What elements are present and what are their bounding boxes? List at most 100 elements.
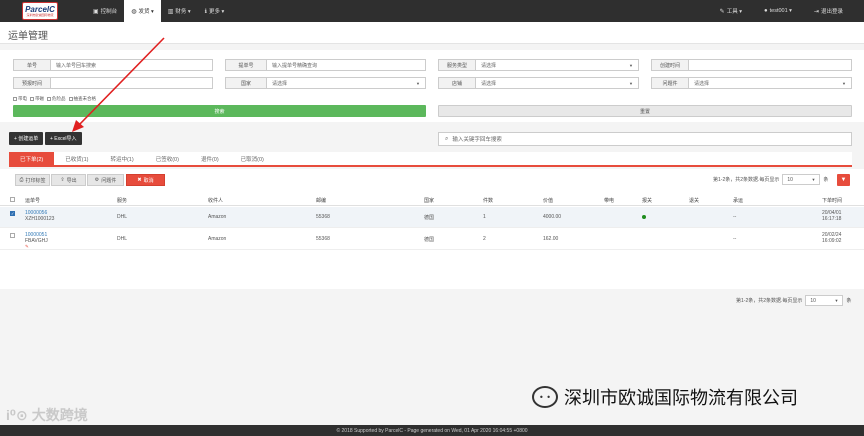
checkbox-box[interactable] xyxy=(13,96,17,101)
table-row[interactable]: 10000051 FBAVGHJ ✎ DHL Amazon 55368 德国 2 162.00-… xyxy=(0,229,864,250)
country-select[interactable]: 请选择 ▼ xyxy=(266,77,426,89)
bill-no-label: 提单号 xyxy=(225,59,267,71)
column-header-battery[interactable]: 带电 xyxy=(604,197,614,204)
nav-item-label: 更多 ▾ xyxy=(208,9,225,15)
chevron-down-icon: ▼ xyxy=(842,80,846,86)
edit-icon[interactable]: ✎ xyxy=(25,244,29,250)
attribute-checkbox[interactable]: 抽查未合格 xyxy=(68,96,96,102)
user-nav-item-label: 工具 ▾ xyxy=(726,9,742,15)
nav-item-1[interactable]: ◍ 发货 ▾ xyxy=(124,0,161,22)
print-label-button[interactable]: ⎙ 打印标签 xyxy=(15,174,50,186)
bill-no-input[interactable]: 输入提单号精确查询 xyxy=(266,59,426,71)
tab-status-5[interactable]: 已取消(0) xyxy=(230,152,275,165)
attribute-checkbox[interactable]: 带磁 xyxy=(30,96,44,102)
cell-recipient: Amazon xyxy=(208,236,227,242)
column-header-value[interactable]: 价值 xyxy=(543,197,553,204)
cell-zip: 55368 xyxy=(316,236,330,242)
column-header-zip[interactable]: 邮编 xyxy=(316,197,326,204)
actions-bar: + 创建运单 + Excel导入 ⌕ 输入关键字回车搜索 xyxy=(0,128,864,150)
excel-import-button[interactable]: + Excel导入 xyxy=(45,132,82,145)
checkbox-box[interactable] xyxy=(30,96,34,101)
page-title: 运单管理 xyxy=(0,22,864,44)
main-nav: ▣ 控制台 ◍ 发货 ▾ ▥ 财务 ▾ ℹ 更多 ▾ xyxy=(86,0,231,22)
column-header-recipient[interactable]: 收件人 xyxy=(208,197,223,204)
bottom-pager: 第1-2条，共2条数据.每页显示 10 ▼ 条 xyxy=(736,295,851,306)
chevron-down-icon: ▼ xyxy=(811,177,816,182)
checkbox-label: 带电 xyxy=(18,96,27,101)
page-unit: 条 xyxy=(846,298,852,304)
cell-time: 16:17:18 xyxy=(822,216,842,222)
attribute-checkbox[interactable]: 带电 xyxy=(13,96,27,102)
wrench-icon: ✎ xyxy=(719,8,725,15)
select-all-checkbox[interactable] xyxy=(10,197,15,202)
column-header-date[interactable]: 下单时间 xyxy=(822,197,842,204)
created-time-input[interactable] xyxy=(688,59,852,71)
cell-value: 4000.00 xyxy=(543,214,562,220)
export-button[interactable]: ⇪ 导出 xyxy=(51,174,86,186)
watermark-logo: i⁰⊙ 大数跨境 xyxy=(6,405,88,425)
shop-value: 请选择 xyxy=(481,80,497,87)
page-size-select[interactable]: 10 ▼ xyxy=(805,295,844,306)
tab-status-4[interactable]: 退件(0) xyxy=(190,152,230,165)
order-no-label: 单号 xyxy=(13,59,51,71)
problem-button[interactable]: ⚙ 问题件 xyxy=(87,174,124,186)
create-waybill-button[interactable]: + 创建运单 xyxy=(9,132,44,145)
logout-icon: ⇥ xyxy=(813,8,819,15)
cell-carrier: -- xyxy=(733,214,737,220)
column-header-country[interactable]: 国家 xyxy=(424,197,434,204)
page-unit: 条 xyxy=(823,177,829,183)
user-nav-item-0[interactable]: ✎ 工具 ▾ xyxy=(709,0,753,22)
checkbox-box[interactable] xyxy=(68,96,73,101)
attribute-checkbox[interactable]: 危险品 xyxy=(47,96,66,102)
nav-item-2[interactable]: ▥ 财务 ▾ xyxy=(161,0,198,22)
cell-recipient: Amazon xyxy=(208,214,227,220)
parcelc-logo[interactable]: ParcelC 深圳市欧诚国际物流 xyxy=(22,2,58,20)
column-header-service[interactable]: 服务 xyxy=(117,197,127,204)
table-row[interactable]: ✓ 10000056 XZH1000123 DHL Amazon 55368 德国 1 4000… xyxy=(0,207,864,228)
close-icon: ✖ xyxy=(137,177,142,183)
service-type-select[interactable]: 请选择 ▼ xyxy=(475,59,639,71)
column-header-count[interactable]: 件数 xyxy=(483,197,493,204)
user-icon: ● xyxy=(763,8,768,14)
cancel-button[interactable]: ✖ 取消 xyxy=(126,174,165,186)
cell-value: 162.00 xyxy=(543,236,559,242)
column-header-customs[interactable]: 报关 xyxy=(642,197,652,204)
problem-select[interactable]: 请选择 ▼ xyxy=(688,77,852,89)
forecast-time-input[interactable] xyxy=(50,77,213,89)
tab-status-1[interactable]: 已收货(1) xyxy=(54,152,99,165)
column-header-waybill[interactable]: 运单号 xyxy=(25,197,40,204)
logo-subtext: 深圳市欧诚国际物流 xyxy=(26,12,54,17)
row-checkbox[interactable] xyxy=(10,233,15,238)
filter-panel: 单号 输入单号回车搜索 提单号 输入提单号精确查询 服务类型 请选择 ▼ 创建时… xyxy=(0,50,864,122)
nav-item-3[interactable]: ℹ 更多 ▾ xyxy=(198,0,232,22)
watermark-company: • • 深圳市欧诚国际物流有限公司 xyxy=(532,384,798,410)
shop-select[interactable]: 请选择 ▼ xyxy=(475,77,639,89)
cell-service: DHL xyxy=(117,214,128,220)
reset-button[interactable]: 重置 xyxy=(438,105,852,117)
checkbox-box[interactable] xyxy=(47,96,51,101)
keyword-search-input[interactable]: ⌕ 输入关键字回车搜索 xyxy=(438,132,852,146)
row-checkbox[interactable]: ✓ xyxy=(10,211,15,216)
customs-status-dot xyxy=(642,215,646,219)
keyword-placeholder: 输入关键字回车搜索 xyxy=(452,137,502,143)
column-header-carrier[interactable]: 承运 xyxy=(733,197,743,204)
nav-item-0[interactable]: ▣ 控制台 xyxy=(86,0,124,22)
cell-sub: XZH1000123 xyxy=(25,216,55,222)
order-no-input[interactable]: 输入单号回车搜索 xyxy=(50,59,213,71)
page-size-select[interactable]: 10 ▼ xyxy=(782,174,821,185)
user-nav-item-1[interactable]: ● test001 ▾ xyxy=(753,0,803,22)
cell-country: 德国 xyxy=(424,237,435,243)
user-nav-item-2[interactable]: ⇥ 退出登录 xyxy=(803,0,854,22)
user-nav: ✎ 工具 ▾ ● test001 ▾ ⇥ 退出登录 xyxy=(709,0,854,22)
search-button[interactable]: 搜索 xyxy=(13,105,426,117)
column-header-return[interactable]: 退关 xyxy=(689,197,699,204)
tab-status-3[interactable]: 已签收(0) xyxy=(145,152,190,165)
cell-service: DHL xyxy=(117,236,128,242)
nav-item-label: 财务 ▾ xyxy=(175,9,191,15)
nav-item-label: 发货 ▾ xyxy=(138,9,154,15)
filter-icon[interactable]: ▼ xyxy=(837,174,850,186)
tab-status-0[interactable]: 已下单(2) xyxy=(9,152,55,165)
tab-status-2[interactable]: 转运中(1) xyxy=(99,152,144,165)
nav-item-label: 控制台 xyxy=(100,9,118,15)
country-value: 请选择 xyxy=(272,80,288,87)
